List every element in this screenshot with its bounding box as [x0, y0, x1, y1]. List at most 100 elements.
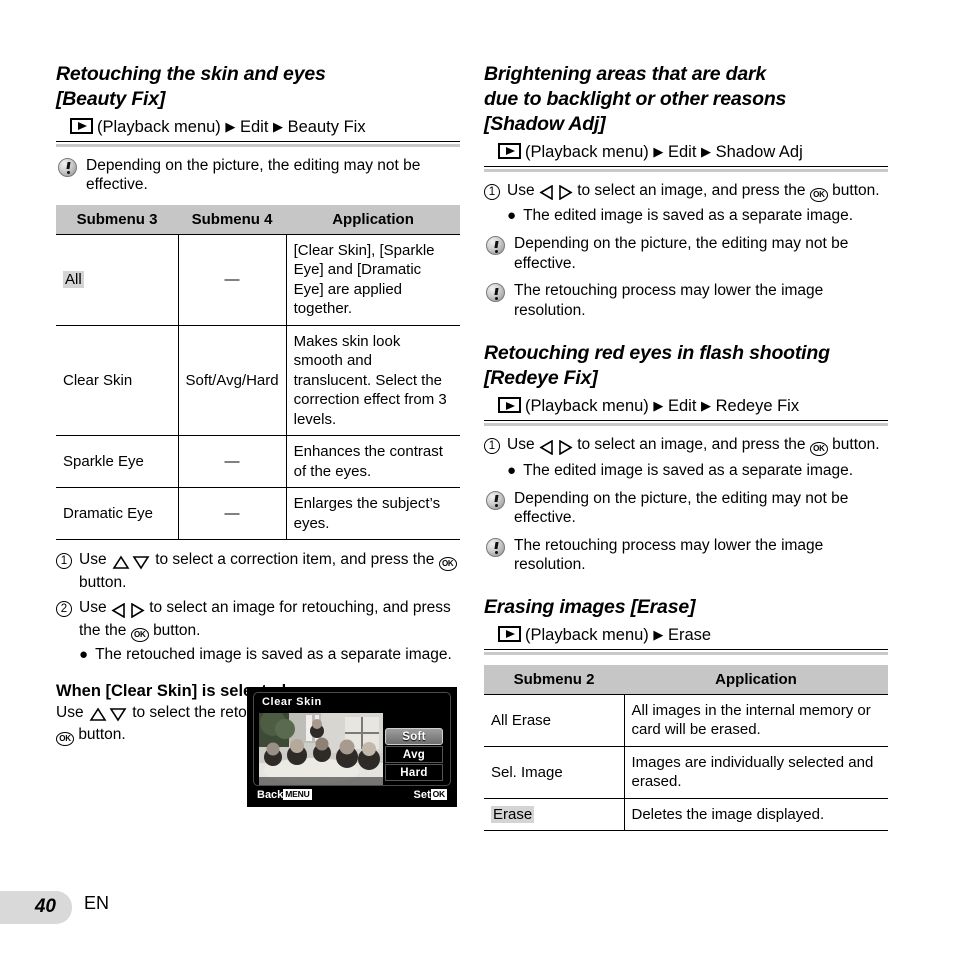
page-footer: 40 EN — [0, 891, 109, 924]
path-underline — [484, 168, 888, 172]
lcd-title: Clear Skin — [262, 696, 322, 708]
caution-icon — [486, 490, 505, 510]
menu-path-step-edit: Edit — [240, 118, 269, 136]
table-row: All — [Clear Skin], [Sparkle Eye] and [D… — [56, 233, 460, 326]
playback-menu-label: (Playback menu) — [525, 143, 649, 161]
cell-submenu4: Soft/Avg/Hard — [177, 324, 287, 436]
bullet-redeye-fix-saved: ● The edited image is saved as a separat… — [507, 461, 888, 481]
note-shadow-adj-2: The retouching process may lower the ima… — [486, 281, 888, 320]
bullet-dot-icon: ● — [507, 207, 517, 225]
page-language: EN — [84, 893, 110, 913]
cell-application: All images in the internal memory or car… — [623, 693, 888, 747]
step-number: 2 — [56, 601, 72, 618]
path-underline — [56, 143, 460, 147]
lcd-back-hint: Back MENU — [257, 789, 312, 801]
lcd-preview-photo — [259, 713, 383, 785]
cell-submenu4: — — [177, 233, 287, 326]
lcd-option-hard[interactable]: Hard — [385, 764, 443, 781]
section-title-beauty-fix: Retouching the skin and eyes [Beauty Fix… — [56, 62, 460, 112]
caution-icon — [486, 537, 505, 557]
playback-icon — [498, 397, 521, 414]
shadow-adj-title-line3: [Shadow Adj] — [484, 113, 606, 135]
bullet-text: The retouched image is saved as a separa… — [95, 645, 452, 663]
shadow-adj-title-line2: due to backlight or other reasons — [484, 88, 787, 110]
arrow-right-icon: ▶ — [225, 119, 236, 134]
lcd-set-label: Set — [413, 789, 431, 801]
lcd-set-hint: Set OK — [414, 789, 447, 801]
arrow-up-down-icon — [88, 705, 128, 726]
menu-path-step-redeye-fix: Redeye Fix — [715, 397, 800, 416]
beauty-fix-title-line2: [Beauty Fix] — [56, 88, 166, 110]
step-text-pre: Use — [79, 551, 107, 569]
playback-icon — [498, 143, 521, 159]
cell-submenu4: — — [177, 487, 287, 541]
menu-path-step-edit: Edit — [668, 143, 697, 161]
lcd-option-soft[interactable]: Soft — [385, 728, 443, 745]
cell-application: Images are individually selected and era… — [623, 745, 888, 799]
lcd-option-avg[interactable]: Avg — [385, 746, 443, 763]
step-text-the: the — [104, 621, 127, 639]
playback-menu-label: (Playback menu) — [525, 625, 649, 644]
th-submenu3: Submenu 3 — [56, 204, 178, 235]
cell-submenu3: All — [56, 233, 178, 326]
cell-application: Deletes the image displayed. — [623, 797, 888, 832]
manual-page: Retouching the skin and eyes [Beauty Fix… — [0, 0, 954, 954]
cell-application: Makes skin look smooth and translucent. … — [285, 324, 460, 436]
lcd-back-label: Back — [257, 789, 284, 801]
step-text-post: button. — [79, 573, 127, 591]
th-application: Application — [286, 204, 460, 235]
table-row: Erase Deletes the image displayed. — [484, 797, 888, 832]
cell-value-erase: Erase — [491, 805, 535, 823]
table-header-row: Submenu 3 Submenu 4 Application — [56, 204, 460, 235]
table-row: Clear Skin Soft/Avg/Hard Makes skin look… — [56, 324, 460, 436]
table-row: Dramatic Eye — Enlarges the subject’s ey… — [56, 487, 460, 541]
arrow-up-down-icon — [111, 552, 151, 573]
erase-table: Submenu 2 Application All Erase All imag… — [484, 664, 888, 832]
camera-lcd-screenshot: Clear Skin Soft Avg Hard Back MENU Set O… — [247, 687, 457, 807]
cell-submenu3: Dramatic Eye — [56, 487, 178, 541]
table-header-row: Submenu 2 Application — [484, 664, 888, 695]
section-title-redeye-fix: Retouching red eyes in flash shooting [R… — [484, 341, 888, 391]
playback-menu-label: (Playback menu) — [97, 118, 221, 136]
playback-menu-label: (Playback menu) — [525, 397, 649, 416]
caution-icon — [486, 236, 505, 256]
cell-submenu3: Clear Skin — [56, 324, 178, 436]
ok-button-icon: OK — [130, 627, 149, 642]
playback-icon — [498, 625, 521, 642]
arrow-right-icon: ▶ — [653, 144, 664, 159]
ok-button-icon: OK — [809, 187, 828, 202]
playback-icon — [70, 118, 93, 134]
ok-badge-icon: OK — [430, 789, 447, 800]
redeye-fix-title-line1: Retouching red eyes in flash shooting — [484, 342, 830, 365]
step-number: 1 — [484, 183, 500, 200]
section-title-erase: Erasing images [Erase] — [484, 595, 696, 618]
bullet-dot-icon: ● — [507, 461, 517, 479]
caution-icon — [58, 157, 77, 177]
clear-skin-pre: Use — [56, 703, 84, 721]
arrow-right-icon: ▶ — [701, 398, 712, 414]
menu-path-step-shadow-adj: Shadow Adj — [715, 143, 803, 161]
menu-path-step-beauty-fix: Beauty Fix — [287, 118, 366, 136]
step-text-pre: Use — [507, 181, 535, 199]
bullet-dot-icon: ● — [79, 645, 89, 663]
step-2-beauty-fix: 2 Use to select an image for retouching,… — [56, 598, 460, 642]
arrow-right-icon: ▶ — [653, 398, 664, 414]
step-text-mid: to select an image, and press the — [577, 436, 806, 454]
arrow-left-right-icon — [539, 183, 573, 204]
lcd-option-list: Soft Avg Hard — [385, 728, 443, 782]
path-underline — [484, 651, 888, 655]
menu-path-redeye-fix: (Playback menu) ▶ Edit ▶ Redeye Fix — [484, 395, 888, 427]
note-beauty-fix: Depending on the picture, the editing ma… — [58, 156, 460, 195]
bullet-text: The edited image is saved as a separate … — [523, 461, 854, 479]
step-bullet-retouched-image: ● The retouched image is saved as a sepa… — [79, 645, 460, 665]
cell-application: [Clear Skin], [Sparkle Eye] and [Dramati… — [285, 233, 460, 326]
menu-path-step-erase: Erase — [668, 625, 712, 644]
step-text-post: button. — [832, 436, 880, 454]
ok-button-icon: OK — [438, 557, 457, 572]
arrow-left-right-icon — [539, 437, 573, 458]
step-text-post: button. — [832, 181, 880, 199]
arrow-right-icon: ▶ — [273, 119, 284, 134]
arrow-right-icon: ▶ — [653, 626, 664, 642]
note-redeye-fix-1: Depending on the picture, the editing ma… — [486, 489, 888, 528]
th-application: Application — [624, 664, 888, 695]
